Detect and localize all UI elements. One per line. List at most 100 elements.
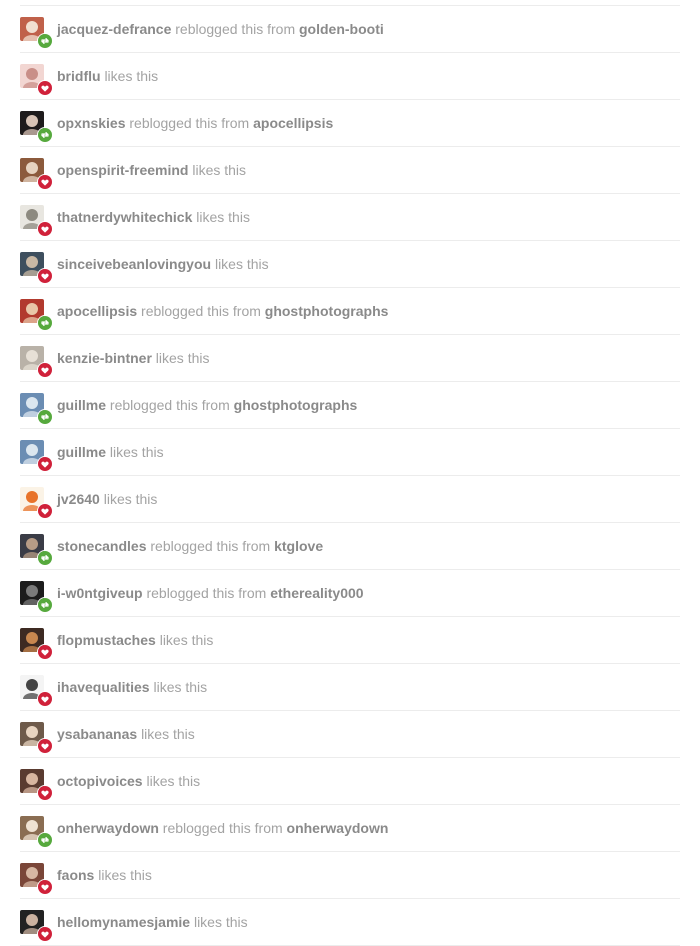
blog-link[interactable]: bridflu [57, 68, 101, 84]
source-blog-link[interactable]: apocellipsis [253, 115, 333, 131]
note-text: stonecandles reblogged this from ktglove [57, 538, 323, 555]
reblog-icon [37, 597, 53, 613]
reblog-icon [37, 127, 53, 143]
heart-icon [37, 879, 53, 895]
note-text: hellomynamesjamie likes this [57, 914, 248, 931]
blog-link[interactable]: onherwaydown [57, 820, 159, 836]
blog-link[interactable]: flopmustaches [57, 632, 156, 648]
note-action: reblogged this from [162, 820, 283, 836]
reblog-note: opxnskies reblogged this from apocellips… [20, 100, 680, 147]
note-text: bridflu likes this [57, 68, 158, 85]
blog-link[interactable]: opxnskies [57, 115, 125, 131]
heart-icon [37, 362, 53, 378]
like-note: faons likes this [20, 852, 680, 899]
note-action: likes this [214, 256, 269, 272]
notes-list: jacquez-defrance reblogged this from gol… [20, 5, 680, 946]
note-action: likes this [159, 632, 214, 648]
reblog-icon [37, 409, 53, 425]
blog-link[interactable]: jacquez-defrance [57, 21, 171, 37]
heart-icon [37, 691, 53, 707]
note-action: reblogged this from [109, 397, 230, 413]
like-note: octopivoices likes this [20, 758, 680, 805]
note-action: likes this [155, 350, 210, 366]
note-action: likes this [192, 162, 247, 178]
like-note: bridflu likes this [20, 53, 680, 100]
heart-icon [37, 738, 53, 754]
heart-icon [37, 221, 53, 237]
note-text: flopmustaches likes this [57, 632, 213, 649]
blog-link[interactable]: jv2640 [57, 491, 100, 507]
blog-link[interactable]: guillme [57, 397, 106, 413]
note-text: faons likes this [57, 867, 152, 884]
heart-icon [37, 456, 53, 472]
blog-link[interactable]: guillme [57, 444, 106, 460]
like-note: kenzie-bintner likes this [20, 335, 680, 382]
heart-icon [37, 174, 53, 190]
note-action: likes this [98, 867, 152, 883]
heart-icon [37, 80, 53, 96]
like-note: ysabananas likes this [20, 711, 680, 758]
source-blog-link[interactable]: golden-booti [299, 21, 384, 37]
blog-link[interactable]: kenzie-bintner [57, 350, 152, 366]
reblog-note: guillme reblogged this from ghostphotogr… [20, 382, 680, 429]
blog-link[interactable]: octopivoices [57, 773, 143, 789]
note-action: likes this [141, 726, 195, 742]
note-action: likes this [193, 914, 248, 930]
note-text: openspirit-freemind likes this [57, 162, 246, 179]
note-action: likes this [196, 209, 250, 225]
like-note: ihavequalities likes this [20, 664, 680, 711]
heart-icon [37, 785, 53, 801]
note-text: guillme reblogged this from ghostphotogr… [57, 397, 357, 414]
note-action: likes this [103, 491, 158, 507]
source-blog-link[interactable]: ghostphotographs [265, 303, 389, 319]
note-action: reblogged this from [129, 115, 250, 131]
note-text: ysabananas likes this [57, 726, 195, 743]
blog-link[interactable]: openspirit-freemind [57, 162, 188, 178]
like-note: hellomynamesjamie likes this [20, 899, 680, 946]
like-note: sinceivebeanlovingyou likes this [20, 241, 680, 288]
note-text: opxnskies reblogged this from apocellips… [57, 115, 333, 132]
reblog-note: apocellipsis reblogged this from ghostph… [20, 288, 680, 335]
reblog-note: jacquez-defrance reblogged this from gol… [20, 6, 680, 53]
heart-icon [37, 268, 53, 284]
blog-link[interactable]: ihavequalities [57, 679, 150, 695]
note-text: thatnerdywhitechick likes this [57, 209, 250, 226]
blog-link[interactable]: faons [57, 867, 94, 883]
note-text: apocellipsis reblogged this from ghostph… [57, 303, 388, 320]
like-note: openspirit-freemind likes this [20, 147, 680, 194]
note-action: likes this [153, 679, 208, 695]
note-text: guillme likes this [57, 444, 164, 461]
heart-icon [37, 644, 53, 660]
heart-icon [37, 503, 53, 519]
like-note: jv2640 likes this [20, 476, 680, 523]
blog-link[interactable]: hellomynamesjamie [57, 914, 190, 930]
reblog-icon [37, 832, 53, 848]
like-note: flopmustaches likes this [20, 617, 680, 664]
note-text: i-w0ntgiveup reblogged this from etherea… [57, 585, 364, 602]
blog-link[interactable]: apocellipsis [57, 303, 137, 319]
note-text: octopivoices likes this [57, 773, 200, 790]
like-note: guillme likes this [20, 429, 680, 476]
blog-link[interactable]: ysabananas [57, 726, 137, 742]
note-action: likes this [146, 773, 201, 789]
reblog-icon [37, 550, 53, 566]
source-blog-link[interactable]: ethereality000 [270, 585, 363, 601]
note-action: reblogged this from [175, 21, 296, 37]
note-text: jv2640 likes this [57, 491, 157, 508]
source-blog-link[interactable]: onherwaydown [287, 820, 389, 836]
reblog-icon [37, 33, 53, 49]
blog-link[interactable]: thatnerdywhitechick [57, 209, 192, 225]
note-action: likes this [104, 68, 159, 84]
blog-link[interactable]: stonecandles [57, 538, 146, 554]
source-blog-link[interactable]: ktglove [274, 538, 323, 554]
reblog-note: onherwaydown reblogged this from onherwa… [20, 805, 680, 852]
heart-icon [37, 926, 53, 942]
note-text: kenzie-bintner likes this [57, 350, 209, 367]
reblog-note: i-w0ntgiveup reblogged this from etherea… [20, 570, 680, 617]
source-blog-link[interactable]: ghostphotographs [234, 397, 358, 413]
note-action: reblogged this from [146, 585, 267, 601]
note-text: ihavequalities likes this [57, 679, 207, 696]
blog-link[interactable]: sinceivebeanlovingyou [57, 256, 211, 272]
blog-link[interactable]: i-w0ntgiveup [57, 585, 143, 601]
note-text: onherwaydown reblogged this from onherwa… [57, 820, 388, 837]
